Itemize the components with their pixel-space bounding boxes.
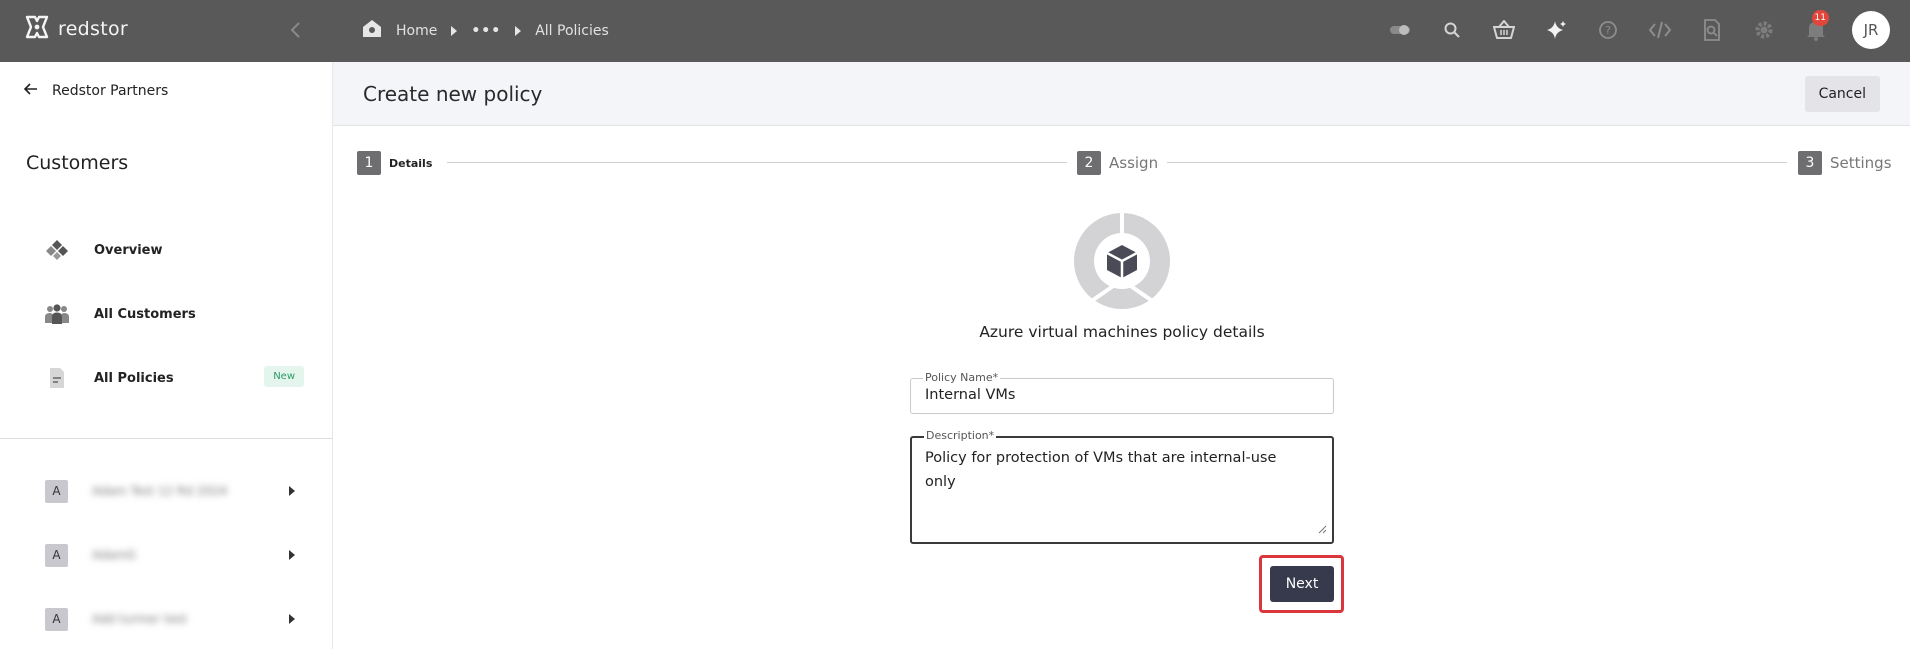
svg-text:?: ? [1605,24,1611,37]
brand-logo[interactable]: redstor [24,14,128,44]
step-number: 3 [1798,151,1822,175]
step-details[interactable]: 1 Details [357,151,432,175]
step-number: 2 [1077,151,1101,175]
expand-caret-icon[interactable] [289,486,295,496]
step-label: Assign [1109,154,1159,172]
top-bar: redstor Home ••• All Policies ? 11 JR [0,0,1910,62]
toggle-icon[interactable] [1382,10,1417,50]
sidebar-item-all-policies[interactable]: All Policies New [44,358,304,398]
policy-name-field[interactable]: Policy Name* Internal VMs [910,371,1334,414]
form-title: Azure virtual machines policy details [979,323,1265,341]
customer-name: AdamG [92,548,136,562]
brand-name: redstor [58,18,129,40]
home-icon[interactable] [362,19,382,42]
azure-vm-cube-icon [1073,212,1171,310]
stepper-connector [1167,162,1787,163]
sidebar-item-overview[interactable]: Overview [44,230,304,270]
policy-name-label: Policy Name* [923,371,1001,384]
sidebar-item-label: All Customers [94,306,196,322]
stepper-connector [447,162,1067,163]
next-button[interactable]: Next [1270,566,1334,602]
breadcrumb: Home ••• All Policies [362,19,609,42]
page-title: Create new policy [363,82,543,106]
policy-document-icon [44,365,70,391]
user-avatar[interactable]: JR [1852,11,1890,49]
customers-icon [44,301,70,327]
customer-list-item[interactable]: A Add turmer test [45,606,295,632]
description-value: Policy for protection of VMs that are in… [925,450,1277,490]
sidebar-item-label: Overview [94,242,163,258]
breadcrumb-ellipsis[interactable]: ••• [471,23,501,39]
customer-list-item[interactable]: A AdamG [45,542,295,568]
customer-initial: A [45,479,68,503]
resize-handle-icon[interactable] [1318,519,1327,538]
arrow-left-icon [23,82,38,100]
description-label: Description* [924,429,997,442]
sidebar-item-label: All Policies [94,370,174,386]
sidebar: Redstor Partners Customers Overview All … [0,62,333,649]
back-to-partners-link[interactable]: Redstor Partners [23,82,169,100]
breadcrumb-separator-icon [451,25,458,36]
customer-list-item[interactable]: A Adam Test 12 Rd 2024 [45,478,295,504]
step-label: Details [389,156,433,170]
back-link-label: Redstor Partners [52,83,169,99]
help-icon[interactable]: ? [1590,10,1625,50]
policy-name-value: Internal VMs [925,387,1016,403]
customer-name: Add turmer test [92,612,187,626]
cancel-button[interactable]: Cancel [1804,76,1880,112]
sidebar-divider [0,438,333,439]
step-label: Settings [1830,154,1892,172]
sidebar-item-all-customers[interactable]: All Customers [44,294,304,334]
customer-initial: A [45,543,68,567]
document-search-icon[interactable] [1694,10,1729,50]
page-header: Create new policy Cancel [333,62,1910,126]
step-settings[interactable]: 3 Settings [1798,151,1892,175]
gear-icon[interactable] [1746,10,1781,50]
expand-caret-icon[interactable] [289,614,295,624]
collapse-sidebar-chevron-left-icon[interactable] [285,19,307,41]
code-icon[interactable] [1642,10,1677,50]
notification-count-badge: 11 [1811,10,1829,26]
top-toolbar: ? 11 JR [1382,10,1890,50]
expand-caret-icon[interactable] [289,550,295,560]
customer-initial: A [45,607,68,631]
breadcrumb-current[interactable]: All Policies [535,23,609,39]
basket-icon[interactable] [1486,10,1521,50]
overview-icon [44,237,70,263]
breadcrumb-separator-icon [515,25,522,36]
step-assign[interactable]: 2 Assign [1077,151,1158,175]
search-icon[interactable] [1434,10,1469,50]
customer-name: Adam Test 12 Rd 2024 [92,484,228,498]
step-number: 1 [357,151,381,175]
redstor-logo-icon [24,14,50,44]
description-field[interactable]: Description* Policy for protection of VM… [910,429,1334,544]
breadcrumb-home[interactable]: Home [396,23,437,39]
bell-icon[interactable]: 11 [1798,10,1833,50]
sparkle-icon[interactable] [1538,10,1573,50]
new-badge: New [264,366,304,387]
sidebar-section-title: Customers [26,152,129,174]
